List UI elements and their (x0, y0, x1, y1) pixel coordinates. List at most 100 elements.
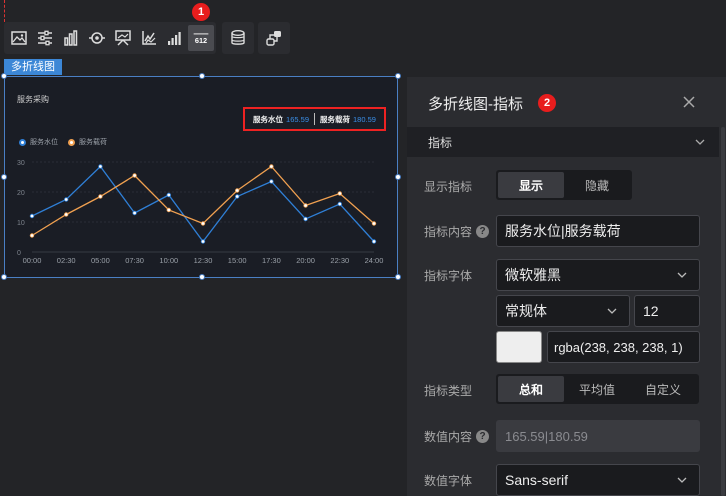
font-family-select[interactable]: 微软雅黑 (496, 259, 700, 291)
type-label: 指标类型 (424, 384, 473, 398)
display-hide-option[interactable]: 隐藏 (564, 172, 630, 198)
legend-dot-icon (68, 138, 75, 146)
help-icon[interactable]: ? (476, 430, 490, 443)
x-tick-label: 20:00 (296, 256, 315, 265)
link-icon[interactable] (258, 22, 290, 54)
resize-handle[interactable] (395, 274, 401, 280)
indicator-value-1: 165.59 (286, 114, 309, 124)
x-tick-label: 15:00 (228, 256, 247, 265)
value-font-label: 数值字体 (424, 474, 473, 488)
property-panel: 多折线图-指标 2 指标 显示指标 显示 隐藏 指标内容 ? 服务水位|服务载荷… (407, 77, 726, 496)
step-badge-2: 2 (538, 94, 556, 112)
y-tick-label: 20 (17, 190, 25, 197)
y-tick-label: 0 (17, 250, 21, 257)
data-point (269, 179, 274, 184)
close-icon[interactable] (682, 95, 696, 109)
section-title: 指标 (428, 135, 453, 150)
data-point (337, 191, 342, 196)
x-tick-label: 05:00 (91, 256, 110, 265)
type-custom-option[interactable]: 自定义 (630, 376, 696, 402)
widget-tag[interactable]: 多折线图 (4, 59, 62, 75)
presentation-icon[interactable] (110, 25, 136, 51)
data-point (29, 233, 35, 238)
font-style-select[interactable]: 常规体 (496, 295, 630, 327)
number-612-icon[interactable]: 612 (188, 25, 214, 51)
resize-handle[interactable] (1, 174, 7, 180)
legend-item-load[interactable]: 服务载荷 (68, 137, 107, 147)
resize-handle[interactable] (395, 73, 401, 79)
data-point (166, 192, 171, 198)
display-show-option[interactable]: 显示 (498, 172, 564, 198)
target-icon[interactable] (84, 25, 110, 51)
resize-handle[interactable] (199, 73, 205, 79)
component-toolbar: 612 (4, 22, 294, 54)
y-tick-label: 10 (17, 220, 25, 227)
display-label: 显示指标 (424, 180, 473, 194)
bar-chart-icon[interactable] (58, 25, 84, 51)
font-size-input[interactable]: 12 (634, 295, 700, 327)
indicator-box: 服务水位 165.59 服务载荷 180.59 (243, 107, 386, 131)
resize-handle[interactable] (1, 274, 7, 280)
data-point (371, 221, 377, 226)
data-point (98, 164, 103, 169)
resize-handle[interactable] (199, 274, 205, 280)
step-badge-1: 1 (192, 3, 210, 21)
type-toggle: 总和 平均值 自定义 (496, 374, 699, 404)
canvas: 612 1 多折线图 0 10 20 30 00:00 02:30 05:00 07:30 10… (0, 0, 726, 496)
value-content-label-row: 数值内容 ? (424, 428, 490, 445)
font-label: 指标字体 (424, 269, 473, 283)
data-point (166, 207, 171, 213)
chart-legend: 服务水位 服务载荷 (19, 137, 117, 147)
indicator-label-2: 服务载荷 (320, 114, 350, 124)
data-point (200, 221, 206, 226)
ascending-bars-icon[interactable] (162, 25, 188, 51)
data-point (200, 239, 206, 244)
indicator-separator (314, 113, 315, 125)
x-tick-label: 07:30 (125, 256, 144, 265)
multi-line-chart-widget[interactable]: 0 10 20 30 00:00 02:30 05:00 07:30 10:00 12:30 15:… (1, 73, 401, 280)
help-icon[interactable]: ? (476, 225, 490, 238)
data-point (337, 201, 342, 207)
guide-line (4, 0, 5, 22)
resize-handle[interactable] (395, 174, 401, 180)
type-sum-option[interactable]: 总和 (498, 376, 564, 402)
legend-label: 服务载荷 (79, 139, 107, 146)
data-point (234, 194, 240, 199)
data-point (29, 213, 35, 219)
data-point (303, 216, 308, 222)
x-tick-label: 22:30 (330, 256, 349, 265)
y-tick-label: 30 (17, 160, 25, 167)
type-average-option[interactable]: 平均值 (564, 376, 630, 402)
x-tick-label: 24:00 (365, 256, 384, 265)
font-color-input[interactable]: rgba(238, 238, 238, 1) (547, 331, 700, 363)
data-point (132, 173, 137, 178)
image-icon[interactable] (6, 25, 32, 51)
section-indicator[interactable]: 指标 (407, 127, 719, 157)
chart-tools-group: 612 (4, 22, 216, 54)
data-point (64, 212, 69, 217)
x-tick-label: 17:30 (262, 256, 281, 265)
chevron-down-icon (607, 308, 617, 314)
indicator-value-2: 180.59 (353, 114, 376, 124)
value-content-label: 数值内容 (424, 430, 473, 444)
data-point (132, 210, 137, 216)
axis-chart-icon[interactable] (136, 25, 162, 51)
database-icon[interactable] (222, 22, 254, 54)
indicator-label-1: 服务水位 (253, 114, 284, 124)
data-point (64, 197, 69, 202)
font-color-swatch[interactable] (496, 331, 542, 363)
panel-scrollbar[interactable] (721, 127, 725, 496)
display-toggle: 显示 隐藏 (496, 170, 632, 200)
content-input[interactable]: 服务水位|服务载荷 (496, 215, 700, 247)
legend-label: 服务水位 (30, 139, 58, 146)
x-tick-label: 10:00 (159, 256, 178, 265)
resize-handle[interactable] (1, 73, 7, 79)
sliders-icon[interactable] (32, 25, 58, 51)
legend-item-water[interactable]: 服务水位 (19, 137, 58, 147)
data-point (303, 203, 308, 208)
chevron-down-icon (677, 477, 687, 483)
x-tick-label: 12:30 (194, 256, 213, 265)
value-font-value: Sans-serif (505, 472, 569, 488)
value-font-select[interactable]: Sans-serif (496, 464, 700, 496)
chevron-down-icon (695, 139, 705, 145)
